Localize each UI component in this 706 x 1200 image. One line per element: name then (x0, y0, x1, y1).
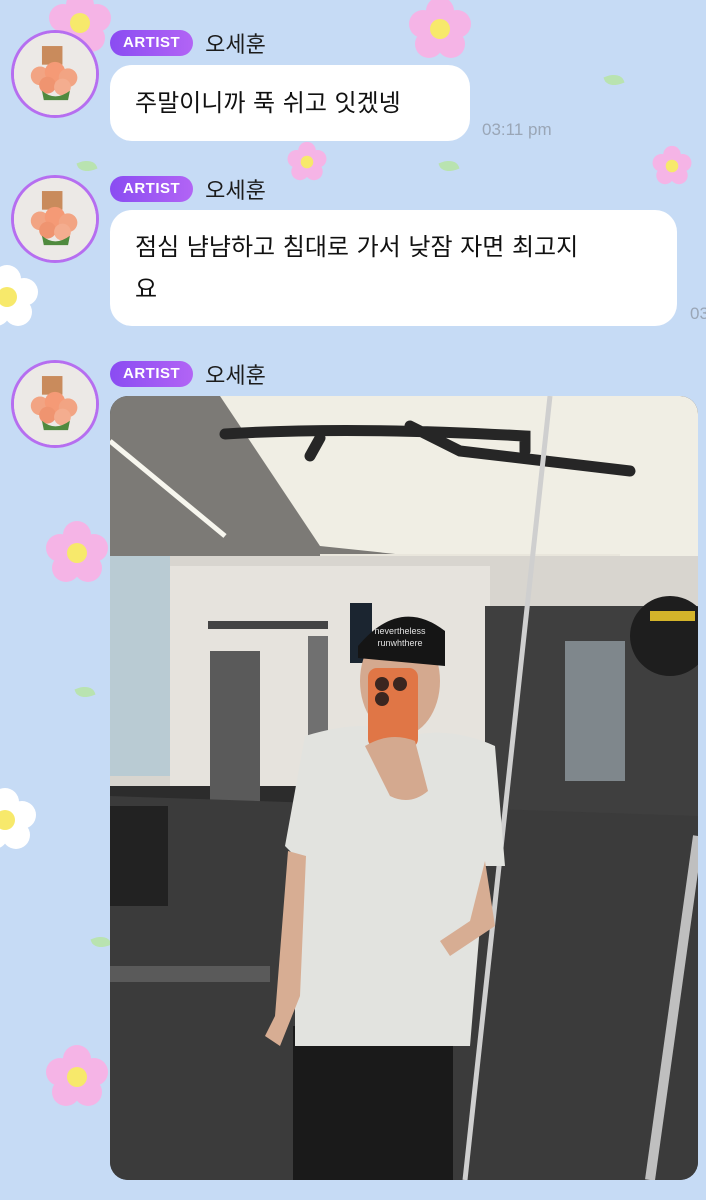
message-bubble[interactable]: 점심 냠냠하고 침대로 가서 낮잠 자면 최고지 요 (110, 210, 677, 326)
artist-avatar-image (14, 33, 96, 115)
flower-icon (0, 265, 38, 326)
artist-avatar-image (14, 363, 96, 445)
leaf-icon (74, 683, 96, 701)
artist-badge: ARTIST (110, 361, 194, 387)
artist-badge: ARTIST (110, 176, 194, 202)
message-text: 주말이니까 푹 쉬고 잇겠넹 (135, 89, 401, 117)
avatar[interactable] (11, 30, 99, 118)
message-text-line: 점심 냠냠하고 침대로 가서 낮잠 자면 최고지 (135, 233, 579, 261)
message-text-line: 요 (135, 275, 158, 303)
sender-name: 오세훈 (205, 179, 266, 204)
message-time: 03:11 pm (482, 120, 552, 139)
cap-text-line: runwhthere (377, 638, 422, 648)
message-time: 03 (690, 304, 706, 323)
message-bubble[interactable]: 주말이니까 푹 쉬고 잇겠넹 (110, 65, 470, 141)
sender-name: 오세훈 (205, 364, 266, 389)
photo-message[interactable]: nevertheless runwhthere (110, 396, 698, 1180)
leaf-icon (90, 933, 112, 951)
cap-text-line: nevertheless (374, 626, 426, 636)
flower-icon (287, 141, 327, 181)
flower-icon (0, 788, 36, 849)
sender-name: 오세훈 (205, 33, 266, 58)
artist-badge: ARTIST (110, 30, 194, 56)
leaf-icon (603, 71, 625, 89)
avatar[interactable] (11, 360, 99, 448)
avatar[interactable] (11, 175, 99, 263)
gym-mirror-selfie-image: nevertheless runwhthere (110, 396, 698, 1180)
flower-icon (46, 521, 108, 582)
leaf-icon (438, 157, 460, 175)
flower-icon (409, 0, 471, 58)
artist-avatar-image (14, 178, 96, 260)
flower-icon (652, 145, 692, 185)
leaf-icon (76, 157, 98, 175)
flower-icon (46, 1045, 108, 1106)
